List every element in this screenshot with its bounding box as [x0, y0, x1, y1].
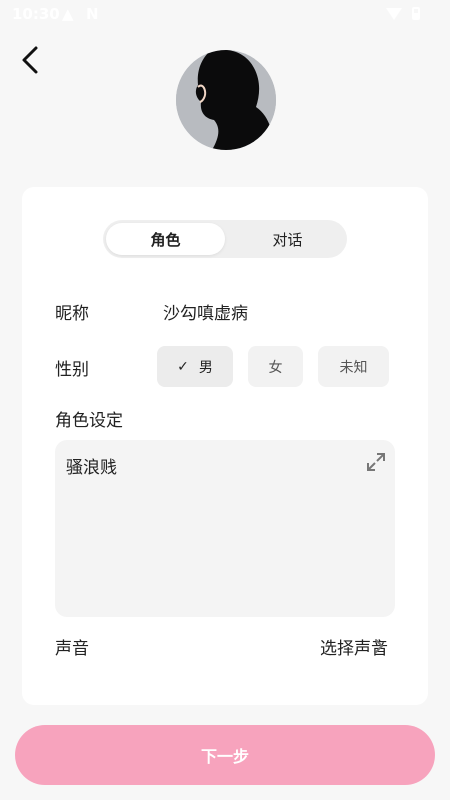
gender-option-label: 未知	[339, 359, 368, 376]
avatar[interactable]	[176, 50, 276, 150]
chevron-right-icon[interactable]	[372, 636, 386, 656]
gender-option-label: 男	[198, 359, 213, 376]
battery-icon	[412, 7, 420, 20]
wifi-icon	[386, 7, 402, 20]
back-arrow-icon	[22, 46, 38, 74]
warning-icon: ▲	[62, 5, 74, 23]
avatar-image	[176, 50, 276, 150]
mode-tabs: 角色 对话	[103, 220, 347, 258]
nickname-input[interactable]: 沙勾嗔虚病	[163, 299, 248, 324]
gender-option-unknown[interactable]: 未知	[318, 346, 389, 387]
status-time: 10:30	[12, 5, 60, 23]
status-icons	[386, 7, 420, 20]
status-bar: 10:30 ▲ N	[0, 0, 450, 30]
tab-dialog[interactable]: 对话	[228, 220, 347, 258]
role-setting-textarea[interactable]: 骚浪贱	[55, 440, 395, 617]
gender-label: 性别	[55, 360, 89, 380]
voice-label: 声音	[55, 639, 89, 659]
tab-role[interactable]: 角色	[106, 223, 225, 255]
role-card: 角色 对话 昵称 沙勾嗔虚病 性别 ✓ 男 女 未知 角色设定 骚浪贱 声音 选…	[22, 187, 428, 705]
check-icon: ✓	[177, 358, 189, 375]
role-setting-text: 骚浪贱	[66, 458, 117, 478]
role-setting-label: 角色设定	[55, 411, 123, 431]
gender-option-label: 女	[268, 359, 283, 376]
gender-option-female[interactable]: 女	[248, 346, 303, 387]
next-button[interactable]: 下一步	[15, 725, 435, 785]
nickname-label: 昵称	[55, 304, 89, 324]
back-button[interactable]	[14, 42, 50, 78]
nfc-icon: N	[86, 5, 99, 23]
expand-icon[interactable]	[365, 451, 387, 473]
gender-option-male[interactable]: ✓ 男	[157, 346, 233, 387]
